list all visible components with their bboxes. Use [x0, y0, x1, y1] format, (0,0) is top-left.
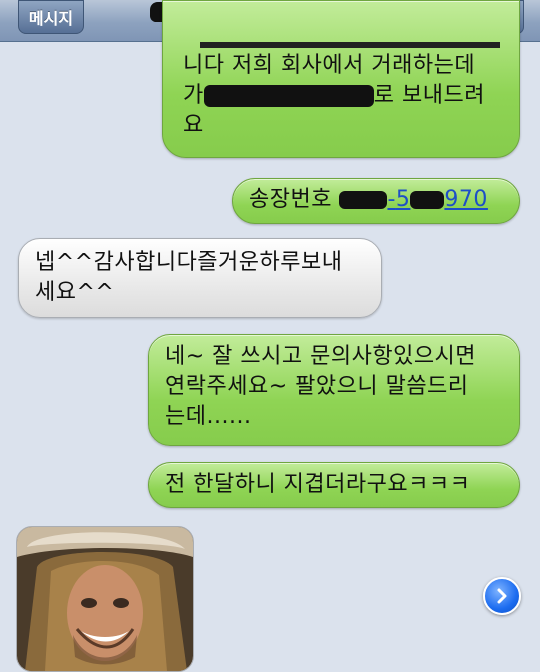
- photo-message[interactable]: [16, 526, 194, 672]
- redaction-mark: [203, 85, 374, 107]
- redaction-mark: [410, 191, 445, 209]
- message-text: 전 한달하니 지겹더라구요ㅋㅋㅋ: [165, 472, 471, 497]
- message-bubble-outgoing[interactable]: 네~ 잘 쓰시고 문의사항있으시면 연락주세요~ 팔았으니 말씀드리 는데...…: [148, 334, 520, 446]
- message-bubble-incoming[interactable]: 넵^^감사합니다즐거운하루보내 세요^^: [18, 238, 382, 318]
- message-bubble-outgoing[interactable]: 송장번호 -5 970: [232, 178, 520, 224]
- message-text: 로 보내드려: [373, 83, 485, 108]
- chevron-right-icon[interactable]: [483, 577, 521, 615]
- message-text: 가: [183, 83, 204, 108]
- photo-image: [17, 527, 193, 671]
- message-text: 네~ 잘 쓰시고 문의사항있으시면 연락주세요~ 팔았으니 말씀드리 는데...…: [165, 344, 477, 429]
- message-text: 니다 저희 회사에서 거래하는데: [183, 53, 476, 78]
- redaction-mark: [200, 42, 500, 48]
- message-text: 송장번호: [249, 187, 332, 212]
- tracking-number-link[interactable]: -5 970: [339, 187, 487, 212]
- message-bubble-outgoing[interactable]: 니다 저희 회사에서 거래하는데 가 로 보내드려 요: [162, 0, 520, 158]
- chevron-glyph: [497, 588, 507, 604]
- back-button[interactable]: 메시지: [18, 0, 84, 34]
- message-text: 넵^^감사합니다즐거운하루보내 세요^^: [35, 250, 343, 305]
- message-text: 요: [183, 113, 204, 138]
- redaction-mark: [339, 191, 388, 209]
- message-bubble-outgoing[interactable]: 전 한달하니 지겹더라구요ㅋㅋㅋ: [148, 462, 520, 508]
